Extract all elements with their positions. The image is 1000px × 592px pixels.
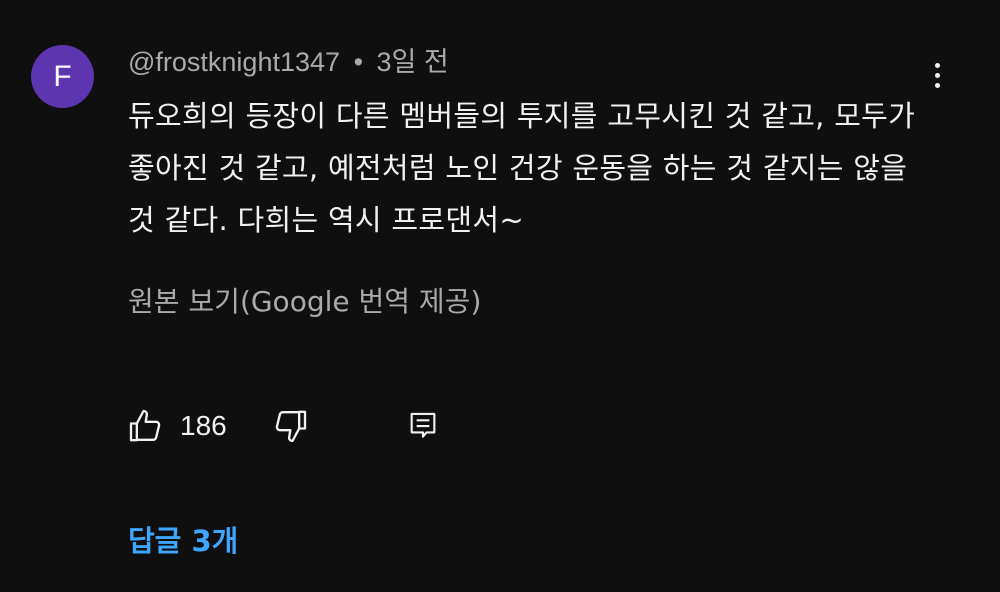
view-replies-link[interactable]: 답글 3개 [128,518,238,560]
comment-header: @frostknight1347 • 3일 전 [128,44,449,80]
like-button[interactable]: 186 [126,404,227,448]
author-name[interactable]: @frostknight1347 [128,47,340,77]
like-count: 186 [180,410,227,441]
more-vertical-icon [934,62,940,68]
thumb-down-icon [275,410,307,443]
comment-thread: F @frostknight1347 • 3일 전 듀오희의 등장이 다른 멤버… [0,0,1000,592]
more-actions-button[interactable] [916,52,958,98]
reply-button[interactable] [406,404,440,448]
avatar[interactable]: F [31,45,94,108]
see-original-link[interactable]: 원본 보기(Google 번역 제공) [128,280,481,320]
meta-separator: • [353,47,364,77]
comment-actions: 186 [126,404,486,448]
reply-comment-icon [410,412,436,438]
avatar-letter: F [53,59,72,93]
comment-text: 듀오희의 등장이 다른 멤버들의 투지를 고무시킨 것 같고, 모두가 좋아진 … [128,99,916,237]
thumb-up-icon [129,409,161,442]
dislike-button[interactable] [270,404,310,448]
more-vertical-icon-dot [934,72,940,78]
comment-time[interactable]: 3일 전 [377,47,449,77]
more-vertical-icon-dot [934,82,940,88]
